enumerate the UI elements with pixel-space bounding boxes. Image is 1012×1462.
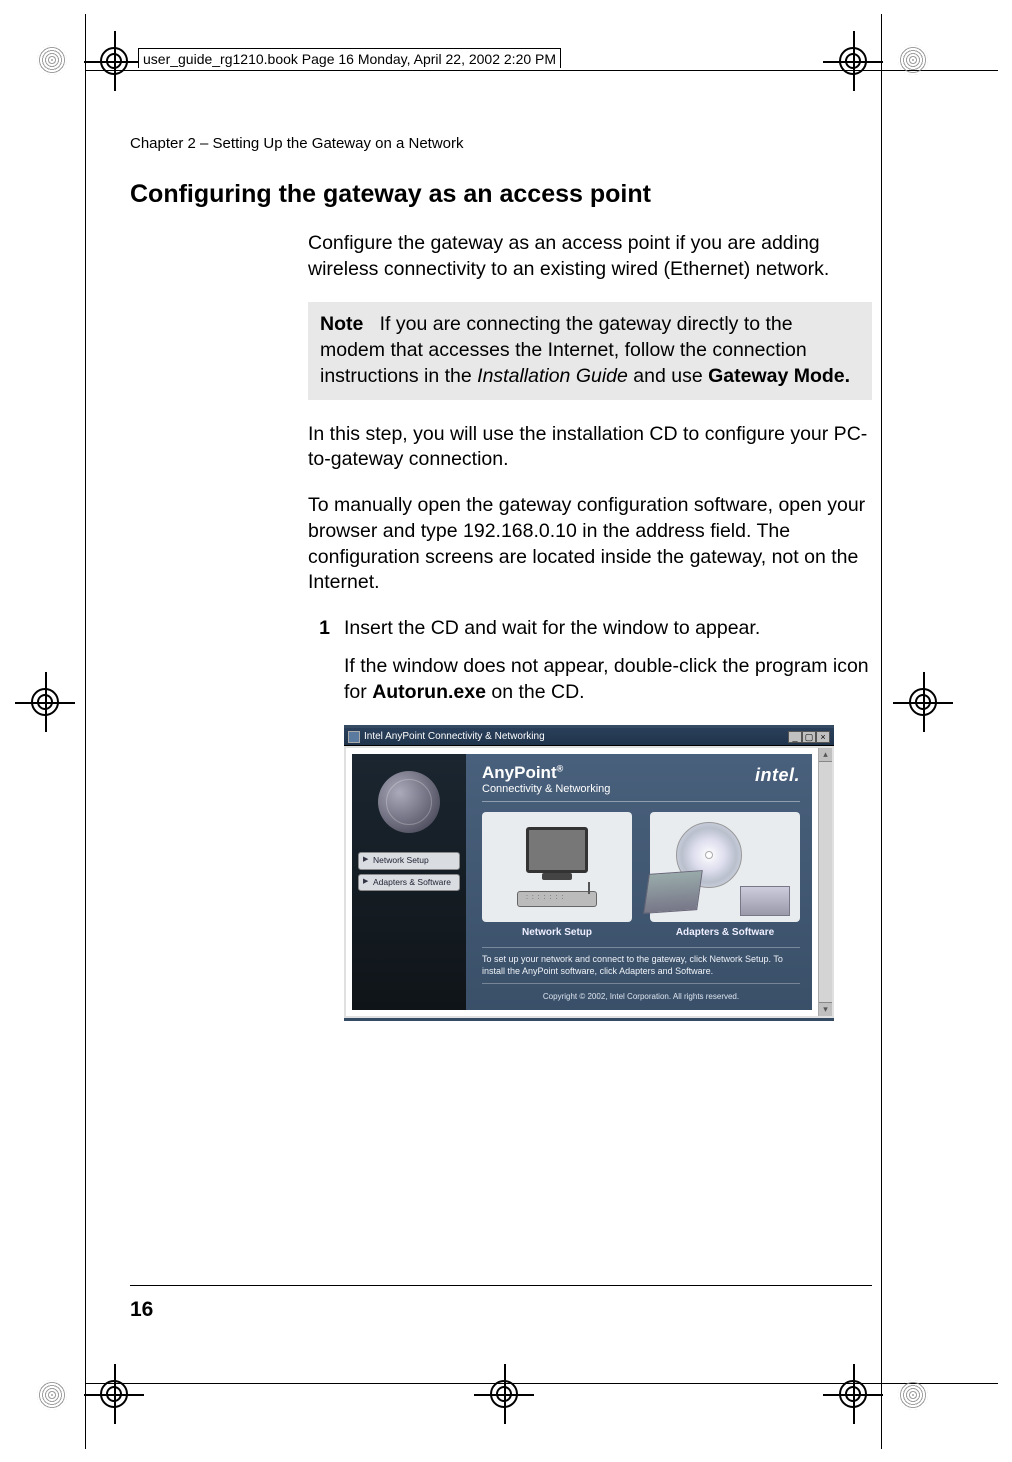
window-app-icon xyxy=(348,731,360,743)
box-icon xyxy=(643,870,703,914)
register-mark-top-right xyxy=(839,47,867,75)
step-number: 1 xyxy=(308,616,330,717)
window-titlebar: Intel AnyPoint Connectivity & Networking… xyxy=(344,728,834,746)
header-tag: user_guide_rg1210.book Page 16 Monday, A… xyxy=(138,48,561,68)
main-panel: AnyPoint® Connectivity & Networking inte… xyxy=(466,754,812,1010)
note-text-part2: and use xyxy=(628,365,708,387)
crop-rule-left xyxy=(85,14,86,1449)
scrollbar[interactable]: ▴ ▾ xyxy=(818,748,832,1016)
intel-logo: intel. xyxy=(755,764,800,788)
sidebar-btn-adapters-software[interactable]: Adapters & Software xyxy=(358,874,460,891)
brand-title: AnyPoint® Connectivity & Networking xyxy=(482,763,610,795)
brand-subtitle: Connectivity & Networking xyxy=(482,783,610,795)
chapter-line: Chapter 2 – Setting Up the Gateway on a … xyxy=(130,135,872,152)
register-mark-bottom-right xyxy=(839,1380,867,1408)
router-icon xyxy=(517,891,597,907)
panel-network-setup[interactable]: Network Setup xyxy=(482,812,632,939)
scroll-down-button[interactable]: ▾ xyxy=(819,1002,832,1016)
sidebar-btn-network-setup[interactable]: Network Setup xyxy=(358,852,460,869)
panel-adapters-caption: Adapters & Software xyxy=(650,926,800,939)
window-title: Intel AnyPoint Connectivity & Networking xyxy=(364,730,545,743)
step-1-line-2: If the window does not appear, double-cl… xyxy=(344,654,872,705)
brand-reg-mark: ® xyxy=(557,764,564,774)
minimize-button[interactable]: _ xyxy=(788,731,802,743)
register-mark-mid-left xyxy=(31,688,59,716)
step-1-line-2-after: on the CD. xyxy=(486,681,585,703)
step-1: 1 Insert the CD and wait for the window … xyxy=(308,616,872,717)
step-1-line-1: Insert the CD and wait for the window to… xyxy=(344,616,872,642)
register-mark-mid-right xyxy=(909,688,937,716)
corner-pattern-br xyxy=(898,1380,928,1410)
installer-screenshot: Intel AnyPoint Connectivity & Networking… xyxy=(344,725,834,1021)
intro-paragraph: Configure the gateway as an access point… xyxy=(308,231,872,282)
note-label: Note xyxy=(320,313,363,335)
crop-rule-right xyxy=(881,14,882,1449)
brand-title-text: AnyPoint xyxy=(482,763,557,782)
info-text: To set up your network and connect to th… xyxy=(482,947,800,984)
section-title: Configuring the gateway as an access poi… xyxy=(130,180,872,209)
panel-network-setup-caption: Network Setup xyxy=(482,926,632,939)
close-button[interactable]: × xyxy=(816,731,830,743)
note-box: Note If you are connecting the gateway d… xyxy=(308,302,872,399)
brand-row: AnyPoint® Connectivity & Networking inte… xyxy=(482,764,800,802)
register-mark-bottom-center xyxy=(490,1380,518,1408)
page-number: 16 xyxy=(130,1298,153,1322)
maximize-button[interactable]: ▢ xyxy=(802,731,816,743)
globe-illustration xyxy=(358,762,460,842)
note-italic: Installation Guide xyxy=(477,365,628,387)
paragraph-manual-open: To manually open the gateway configurati… xyxy=(308,493,872,596)
paragraph-cd-step: In this step, you will use the installat… xyxy=(308,422,872,473)
corner-pattern-bl xyxy=(37,1380,67,1410)
scroll-up-button[interactable]: ▴ xyxy=(819,748,832,762)
corner-pattern-tl xyxy=(37,45,67,75)
step-1-line-2-bold: Autorun.exe xyxy=(372,681,486,703)
note-bold: Gateway Mode. xyxy=(708,365,850,387)
sidebar: Network Setup Adapters & Software xyxy=(352,754,466,1010)
register-mark-top-left xyxy=(100,47,128,75)
footer-rule xyxy=(130,1285,872,1286)
corner-pattern-tr xyxy=(898,45,928,75)
register-mark-bottom-left xyxy=(100,1380,128,1408)
copyright-text: Copyright © 2002, Intel Corporation. All… xyxy=(482,992,800,1003)
card-icon xyxy=(740,886,790,916)
panel-adapters-software[interactable]: Adapters & Software xyxy=(650,812,800,939)
monitor-icon xyxy=(526,827,588,873)
